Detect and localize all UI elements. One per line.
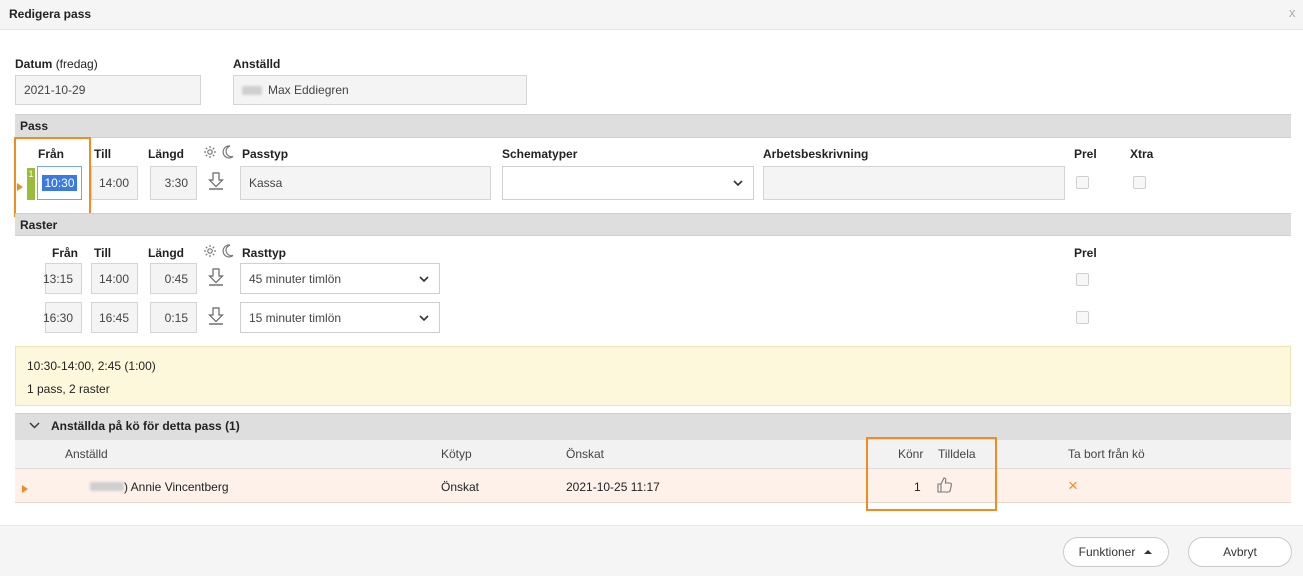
date-value: 2021-10-29 xyxy=(24,83,86,97)
highlight-from-box xyxy=(14,137,91,217)
chevron-down-icon xyxy=(419,275,429,282)
dialog-title: Redigera pass xyxy=(9,7,92,21)
pass-col-to: Till xyxy=(94,147,112,161)
queue-count: (1) xyxy=(225,419,240,433)
queue-section-title: Anställda på kö för detta pass (1) xyxy=(51,419,240,433)
gear-icon[interactable] xyxy=(203,145,217,159)
schedule-types-select[interactable] xyxy=(502,166,754,200)
pass-section-header xyxy=(15,114,1291,138)
employee-name: Max Eddiegren xyxy=(268,83,349,97)
pass-type-field[interactable]: Kassa xyxy=(240,166,491,200)
pass-col-prel: Prel xyxy=(1074,147,1097,161)
pass-col-schedule-types: Schematyper xyxy=(502,147,578,161)
download-arrow-icon[interactable] xyxy=(208,307,224,325)
cancel-button[interactable]: Avbryt xyxy=(1188,537,1292,567)
summary-box xyxy=(15,346,1291,406)
close-icon[interactable]: x xyxy=(1289,5,1296,20)
pass-to-input[interactable]: 14:00 xyxy=(91,166,138,200)
dialog-titlebar xyxy=(0,0,1303,30)
raster-section-header xyxy=(15,213,1291,236)
chevron-down-icon[interactable] xyxy=(28,419,41,435)
queue-type-value: Önskat xyxy=(441,480,480,494)
pass-prel-checkbox[interactable] xyxy=(1076,176,1089,189)
moon-icon[interactable] xyxy=(221,243,235,258)
pass-col-length: Längd xyxy=(148,147,184,161)
date-label: Datum (fredag) xyxy=(15,57,98,71)
queue-col-queue-type: Kötyp xyxy=(441,447,472,461)
raster-section-title: Raster xyxy=(20,218,58,232)
highlight-assign-box xyxy=(866,437,997,511)
gear-icon[interactable] xyxy=(203,244,217,258)
moon-icon[interactable] xyxy=(221,144,235,159)
raster-length-input[interactable]: 0:45 xyxy=(150,263,197,294)
raster-col-from: Från xyxy=(52,246,79,260)
chevron-down-icon xyxy=(419,314,429,321)
raster-col-prel: Prel xyxy=(1074,246,1097,260)
queue-col-remove: Ta bort från kö xyxy=(1068,447,1145,461)
raster-to-input[interactable]: 16:45 xyxy=(91,302,138,333)
date-field[interactable]: 2021-10-29 xyxy=(15,75,201,105)
pass-col-type: Passtyp xyxy=(242,147,289,161)
queue-employee-name: ) Annie Vincentberg xyxy=(124,480,229,494)
pass-section-title: Pass xyxy=(20,119,49,133)
raster-prel-checkbox[interactable] xyxy=(1076,311,1089,324)
chevron-down-icon xyxy=(733,180,743,187)
blurred-employee-id xyxy=(242,85,262,95)
summary-line-1: 10:30-14:00, 2:45 (1:00) xyxy=(27,359,156,373)
raster-from-input[interactable]: 16:30 xyxy=(43,302,82,333)
blurred-employee-id xyxy=(90,482,124,491)
summary-line-2: 1 pass, 2 raster xyxy=(27,382,110,396)
employee-label: Anställd xyxy=(233,57,281,71)
raster-length-input[interactable]: 0:15 xyxy=(150,302,197,333)
functions-button[interactable]: Funktioner xyxy=(1063,537,1169,567)
employee-field: Max Eddiegren xyxy=(233,75,527,105)
download-arrow-icon[interactable] xyxy=(208,268,224,286)
pass-length-input[interactable]: 3:30 xyxy=(150,166,197,200)
pass-col-work-description: Arbetsbeskrivning xyxy=(763,147,869,161)
raster-type-select[interactable]: 15 minuter timlön xyxy=(240,302,440,333)
queue-wished-value: 2021-10-25 11:17 xyxy=(566,480,660,494)
raster-type-select[interactable]: 45 minuter timlön xyxy=(240,263,440,294)
raster-prel-checkbox[interactable] xyxy=(1076,273,1089,286)
queue-col-employee: Anställd xyxy=(65,447,108,461)
remove-x-icon[interactable]: × xyxy=(1068,476,1078,496)
raster-col-to: Till xyxy=(94,246,112,260)
raster-col-length: Längd xyxy=(148,246,184,260)
work-description-field[interactable] xyxy=(763,166,1065,200)
pass-xtra-checkbox[interactable] xyxy=(1133,176,1146,189)
row-pointer-icon xyxy=(22,482,28,496)
raster-to-input[interactable]: 14:00 xyxy=(91,263,138,294)
caret-up-icon xyxy=(1144,550,1153,554)
raster-col-type: Rasttyp xyxy=(242,246,287,260)
queue-col-wished: Önskat xyxy=(566,447,605,461)
download-arrow-icon[interactable] xyxy=(208,172,224,190)
pass-col-xtra: Xtra xyxy=(1130,147,1154,161)
raster-from-input[interactable]: 13:15 xyxy=(43,263,82,294)
